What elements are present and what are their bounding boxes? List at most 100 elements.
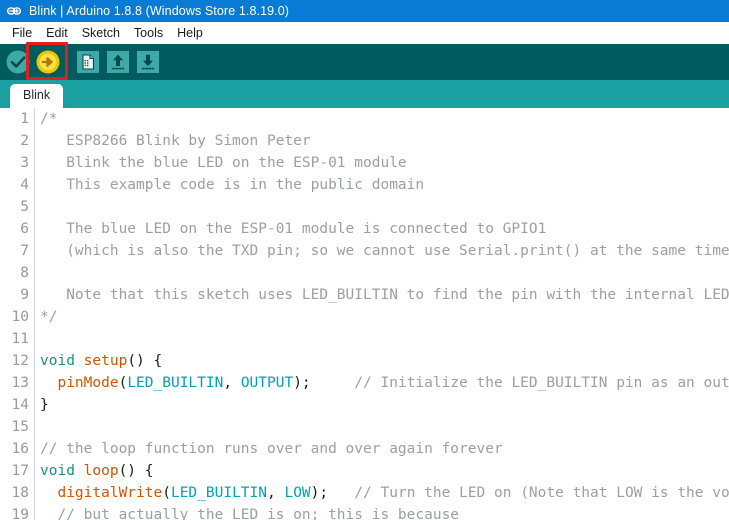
code-token: void [40, 463, 75, 479]
code-line-text[interactable]: void setup() { [35, 350, 729, 372]
open-button[interactable] [104, 48, 132, 76]
code-line[interactable]: 4 This example code is in the public dom… [0, 174, 729, 196]
code-token: , [267, 485, 285, 501]
code-line[interactable]: 9 Note that this sketch uses LED_BUILTIN… [0, 284, 729, 306]
code-token: digitalWrite [57, 485, 163, 501]
code-token: Blink the blue LED on the ESP-01 module [40, 155, 407, 171]
code-line-text[interactable]: // but actually the LED is on; this is b… [35, 504, 729, 520]
code-line[interactable]: 2 ESP8266 Blink by Simon Peter [0, 130, 729, 152]
code-line-text[interactable]: */ [35, 306, 729, 328]
code-token: ( [118, 375, 128, 391]
code-line[interactable]: 14} [0, 394, 729, 416]
code-token: ESP8266 Blink by Simon Peter [40, 133, 311, 149]
code-line-text[interactable]: } [35, 394, 729, 416]
code-token: */ [40, 309, 58, 325]
code-editor[interactable]: 1/* 2 ESP8266 Blink by Simon Peter 3 Blink… [0, 108, 729, 520]
code-line-text[interactable]: (which is also the TXD pin; so we cannot… [35, 240, 729, 262]
line-number: 15 [11, 419, 29, 435]
line-number: 13 [11, 375, 29, 391]
code-line-text[interactable]: Blink the blue LED on the ESP-01 module [35, 152, 729, 174]
code-token: } [40, 397, 49, 413]
code-line[interactable]: 16 // the loop function runs over and ove… [0, 438, 729, 460]
code-line[interactable]: 13 pinMode(LED_BUILTIN, OUTPUT); // Init… [0, 372, 729, 394]
code-line-text[interactable]: Note that this sketch uses LED_BUILTIN t… [35, 284, 729, 306]
code-token: // the loop function runs over and over … [40, 441, 503, 457]
menu-bar: File Edit Sketch Tools Help [0, 22, 729, 44]
line-number: 2 [20, 133, 29, 149]
code-line-text[interactable]: void loop() { [35, 460, 729, 482]
code-token: , [223, 375, 241, 391]
line-number: 19 [11, 507, 29, 520]
line-number: 12 [11, 353, 29, 369]
arduino-infinity-icon [6, 3, 22, 19]
code-token: /* [40, 111, 58, 127]
new-button[interactable] [74, 48, 102, 76]
title-bar: Blink | Arduino 1.8.8 (Windows Store 1.8… [0, 0, 729, 22]
line-number: 18 [11, 485, 29, 501]
line-number: 11 [11, 331, 29, 347]
code-token: () { [127, 353, 163, 369]
menu-item-file[interactable]: File [5, 25, 39, 42]
gutter-divider [34, 328, 35, 350]
code-token: // Turn the LED on (Note that LOW is the… [354, 485, 729, 501]
code-token: // but actually the LED is on; this is b… [40, 507, 460, 520]
sketch-tab-bar: Blink [0, 80, 729, 108]
code-line[interactable]: 18 digitalWrite(LED_BUILTIN, LOW); // Tu… [0, 482, 729, 504]
code-token: ( [162, 485, 171, 501]
line-number: 10 [11, 309, 29, 325]
code-line-text[interactable]: This example code is in the public domai… [35, 174, 729, 196]
sketch-tab-blink[interactable]: Blink [10, 84, 64, 108]
code-token: ); [293, 375, 311, 391]
code-line[interactable]: 19 // but actually the LED is on; this i… [0, 504, 729, 520]
code-line-text[interactable]: ESP8266 Blink by Simon Peter [35, 130, 729, 152]
code-line[interactable]: 17 void loop() { [0, 460, 729, 482]
code-line[interactable]: 8 [0, 262, 729, 284]
line-number: 4 [20, 177, 29, 193]
code-token: LED_BUILTIN [170, 485, 267, 501]
code-token: Note that this sketch uses LED_BUILTIN t… [40, 287, 729, 303]
code-token: LOW [284, 485, 311, 501]
line-number: 16 [11, 441, 29, 457]
code-token: () { [118, 463, 154, 479]
code-token: // Initialize the LED_BUILTIN pin as an … [310, 375, 729, 391]
menu-item-help[interactable]: Help [170, 25, 210, 42]
code-line-text[interactable]: The blue LED on the ESP-01 module is con… [35, 218, 729, 240]
line-number: 14 [11, 397, 29, 413]
code-token: The blue LED on the ESP-01 module is con… [40, 221, 547, 237]
code-line-text[interactable]: /* [35, 108, 729, 130]
code-token: loop [83, 463, 119, 479]
code-token: ); [310, 485, 329, 501]
verify-button[interactable] [4, 48, 32, 76]
code-line[interactable]: 12 void setup() { [0, 350, 729, 372]
line-number: 5 [20, 199, 29, 215]
line-number: 7 [20, 243, 29, 259]
code-line-text[interactable]: pinMode(LED_BUILTIN, OUTPUT); // Initial… [35, 372, 729, 394]
line-number: 6 [20, 221, 29, 237]
code-line[interactable]: 3 Blink the blue LED on the ESP-01 modul… [0, 152, 729, 174]
code-line[interactable]: 1 /* [0, 108, 729, 130]
upload-button[interactable] [34, 48, 62, 76]
code-token: LED_BUILTIN [127, 375, 224, 391]
code-line[interactable]: 10 */ [0, 306, 729, 328]
line-number: 8 [20, 265, 29, 281]
menu-item-edit[interactable]: Edit [39, 25, 75, 42]
code-token: pinMode [57, 375, 119, 391]
line-number: 1 [20, 111, 29, 127]
code-line[interactable]: 7 (which is also the TXD pin; so we cann… [0, 240, 729, 262]
toolbar [0, 44, 729, 80]
code-line[interactable]: 11 [0, 328, 729, 350]
code-line-text[interactable]: // the loop function runs over and over … [35, 438, 729, 460]
code-line[interactable]: 6 The blue LED on the ESP-01 module is c… [0, 218, 729, 240]
code-token: (which is also the TXD pin; so we cannot… [40, 243, 729, 259]
code-line-text[interactable]: digitalWrite(LED_BUILTIN, LOW); // Turn … [35, 482, 729, 504]
code-line[interactable]: 15 [0, 416, 729, 438]
gutter-divider [34, 416, 35, 438]
menu-item-tools[interactable]: Tools [127, 25, 170, 42]
code-line[interactable]: 5 [0, 196, 729, 218]
save-button[interactable] [134, 48, 162, 76]
menu-item-sketch[interactable]: Sketch [75, 25, 127, 42]
